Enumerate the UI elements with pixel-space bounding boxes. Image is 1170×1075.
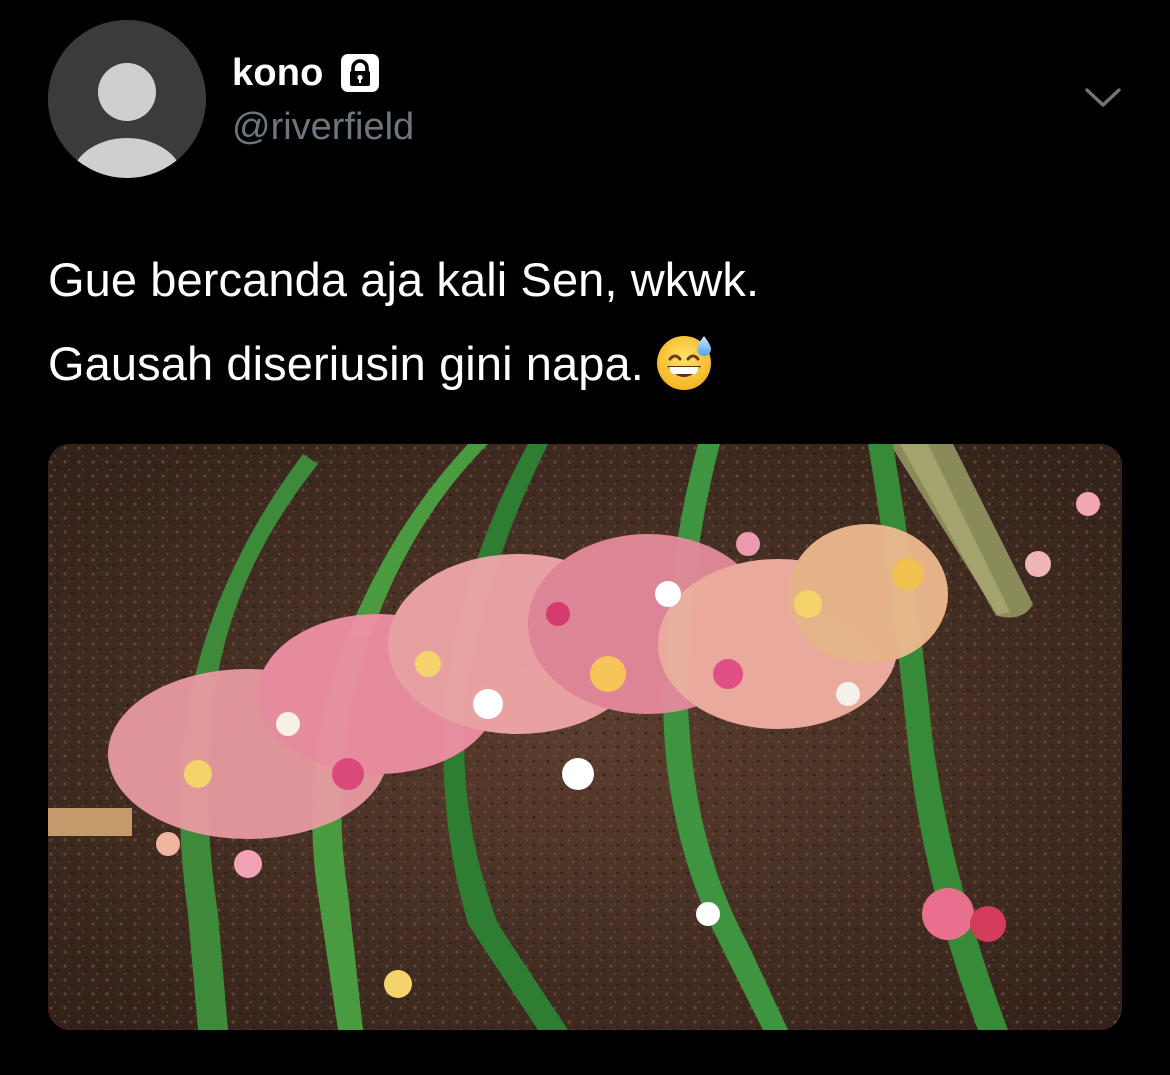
tweet-media-image[interactable] bbox=[48, 444, 1122, 1030]
handle[interactable]: @riverfield bbox=[232, 104, 414, 150]
grinning-sweat-emoji-icon bbox=[654, 330, 716, 392]
chevron-down-icon[interactable] bbox=[1082, 80, 1124, 116]
tweet-text-line-2: Gausah diseriusin gini napa. bbox=[48, 322, 1128, 406]
tweet-text: Gue bercanda aja kali Sen, wkwk. Gausah … bbox=[48, 238, 1128, 406]
tweet-text-line-2-text: Gausah diseriusin gini napa. bbox=[48, 337, 644, 390]
author-name-row: kono bbox=[232, 50, 382, 96]
tweet: kono @riverfield Gue bercanda aja kali S… bbox=[0, 0, 1170, 1075]
tweet-text-line-1: Gue bercanda aja kali Sen, wkwk. bbox=[48, 253, 760, 306]
default-avatar-icon bbox=[48, 20, 206, 178]
display-name[interactable]: kono bbox=[232, 50, 324, 96]
flower-petals-photo bbox=[48, 444, 1122, 1030]
lock-icon bbox=[338, 51, 382, 95]
avatar[interactable] bbox=[48, 20, 206, 178]
